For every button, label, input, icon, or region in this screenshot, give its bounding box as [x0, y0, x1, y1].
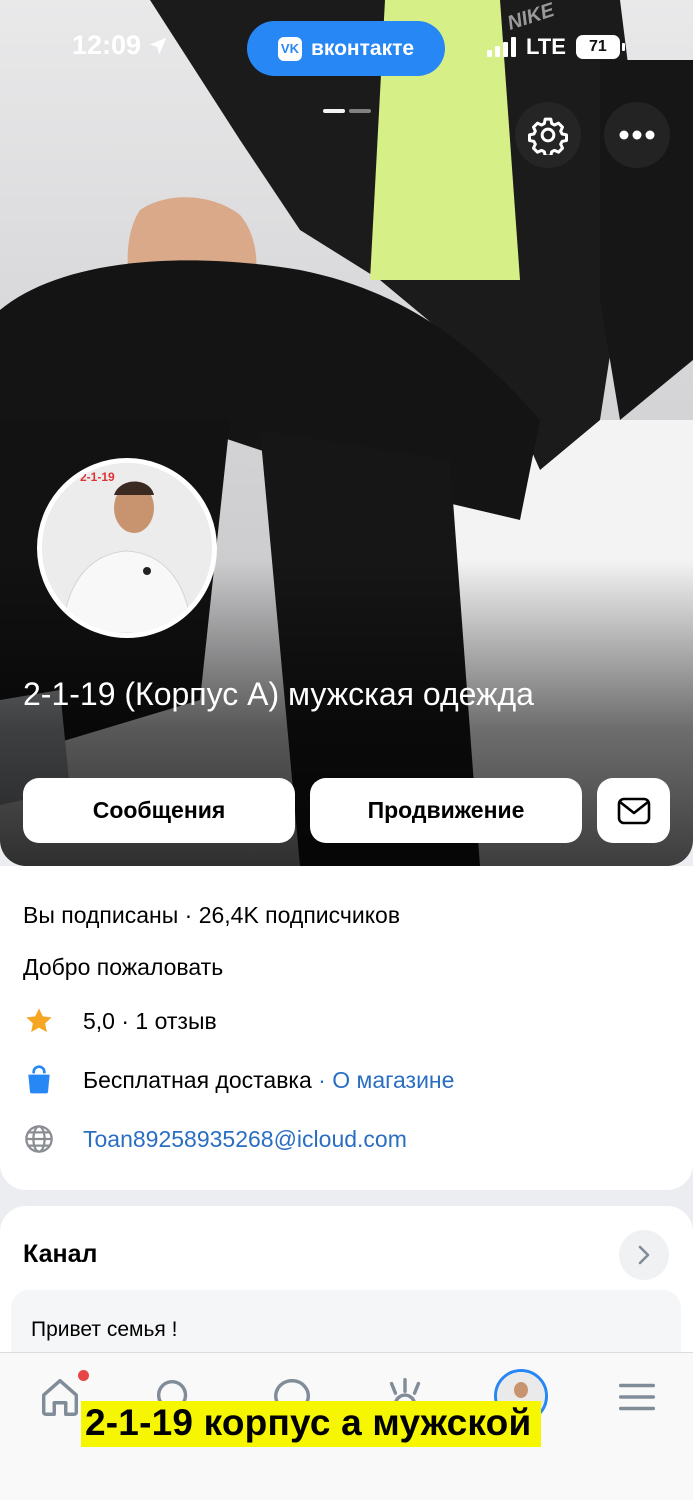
- profile-cover: NIKE 12:09 VK вконтакте LTE 71 2-1-19 2-…: [0, 0, 693, 866]
- hamburger-menu-icon: [618, 1383, 656, 1411]
- vk-pill-label: вконтакте: [310, 36, 415, 60]
- status-time-label: 12:09: [72, 30, 142, 60]
- status-indicators: LTE 71: [487, 34, 625, 60]
- delivery-row: Бесплатная доставка · О магазине: [23, 1064, 454, 1096]
- tab-home[interactable]: [36, 1373, 84, 1421]
- welcome-text: Добро пожаловать: [23, 954, 224, 980]
- delivery-separator: ·: [311, 1066, 333, 1093]
- community-avatar[interactable]: 2-1-19: [37, 458, 217, 638]
- settings-button[interactable]: [515, 102, 581, 168]
- network-label: LTE: [526, 34, 566, 59]
- more-horizontal-icon: [619, 130, 655, 140]
- community-info: Вы подписаны · 26,4K подписчиков Добро п…: [0, 866, 693, 1190]
- home-notification-dot: [78, 1370, 89, 1381]
- battery-icon: 71: [575, 35, 625, 59]
- channel-title[interactable]: Канал: [23, 1240, 97, 1269]
- location-arrow-icon: [149, 37, 167, 54]
- video-caption: 2-1-19 корпус а мужской: [81, 1401, 542, 1447]
- shopping-bag-icon: [23, 1064, 55, 1096]
- delivery-text: Бесплатная доставка: [83, 1066, 312, 1093]
- rating-row[interactable]: 5,0 · 1 отзыв: [23, 1005, 217, 1037]
- channel-open-button[interactable]: [619, 1230, 669, 1280]
- promotion-button[interactable]: Продвижение: [310, 778, 582, 843]
- cover-page-dot: [323, 109, 345, 113]
- avatar-photo: 2-1-19: [42, 463, 212, 633]
- envelope-icon: [617, 797, 650, 824]
- email-row[interactable]: Toan89258935268@icloud.com: [23, 1123, 407, 1155]
- star-icon: [23, 1005, 55, 1037]
- tab-menu[interactable]: [613, 1373, 661, 1421]
- avatar-tag: 2-1-19: [80, 470, 115, 484]
- vk-return-pill[interactable]: VK вконтакте: [247, 21, 445, 76]
- cover-page-indicator: [323, 109, 371, 113]
- rating-text: 5,0 · 1 отзыв: [83, 1007, 217, 1034]
- battery-level: 71: [589, 38, 607, 55]
- mail-button[interactable]: [597, 778, 670, 843]
- status-time: 12:09: [72, 30, 169, 61]
- home-icon: [41, 1378, 79, 1416]
- chevron-right-icon: [638, 1245, 650, 1265]
- subscription-status[interactable]: Вы подписаны · 26,4K подписчиков: [23, 902, 400, 929]
- globe-icon: [23, 1123, 55, 1155]
- signal-icon: [487, 37, 516, 57]
- vk-logo-icon: VK: [277, 36, 302, 61]
- community-title: 2-1-19 (Корпус А) мужская одежда: [23, 676, 534, 712]
- email-link[interactable]: Toan89258935268@icloud.com: [83, 1126, 407, 1153]
- messages-button[interactable]: Сообщения: [23, 778, 295, 843]
- more-button[interactable]: [604, 102, 670, 168]
- post-preview-text: Привет семья !: [31, 1318, 178, 1341]
- about-store-link[interactable]: О магазине: [332, 1067, 454, 1093]
- cover-page-dot: [349, 109, 371, 113]
- gear-icon: [528, 117, 568, 155]
